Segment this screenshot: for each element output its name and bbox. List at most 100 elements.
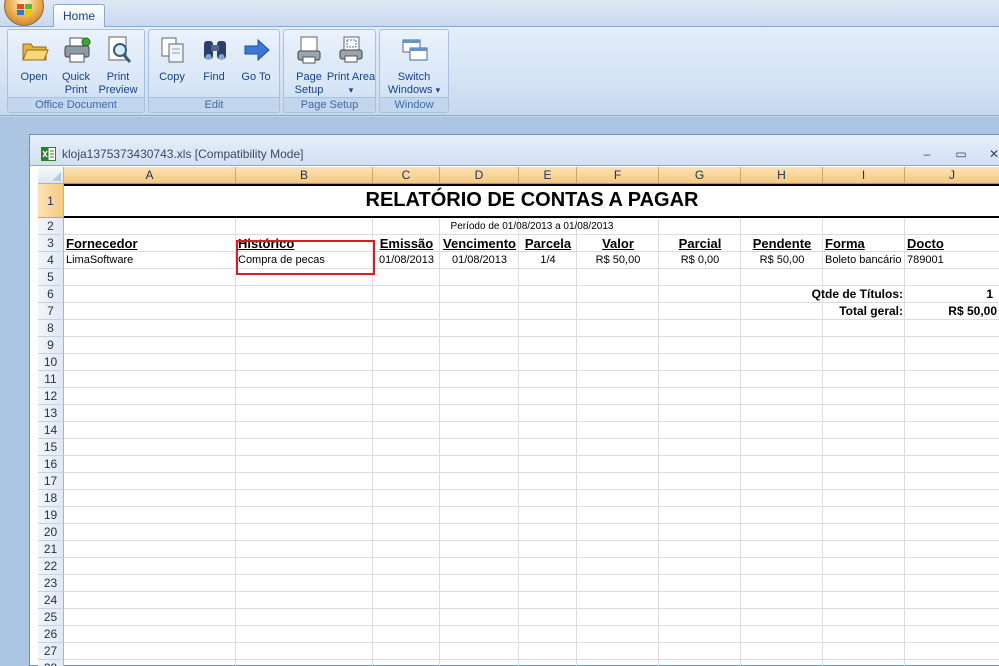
row-header-9[interactable]: 9 [38, 337, 64, 354]
header-docto[interactable]: Docto [907, 235, 944, 252]
row-header-7[interactable]: 7 [38, 303, 64, 320]
row-header-24[interactable]: 24 [38, 592, 64, 609]
row-gridline [64, 591, 999, 592]
cell-parcial[interactable]: R$ 0,00 [659, 252, 741, 269]
row-gridline [64, 659, 999, 660]
row-header-1[interactable]: 1 [38, 184, 64, 218]
cell-fornecedor[interactable]: LimaSoftware [66, 252, 133, 269]
select-all-corner[interactable] [38, 167, 64, 184]
cell-forma[interactable]: Boleto bancário [825, 252, 901, 269]
row-header-28[interactable]: 28 [38, 660, 64, 666]
row-header-25[interactable]: 25 [38, 609, 64, 626]
row-header-18[interactable]: 18 [38, 490, 64, 507]
row-gridline [64, 438, 999, 439]
page-setup-icon [297, 36, 321, 64]
office-button[interactable] [4, 0, 44, 26]
column-header-g[interactable]: G [659, 167, 741, 184]
column-header-j[interactable]: J [905, 167, 999, 184]
minimize-button[interactable]: – [920, 147, 934, 161]
column-header-c[interactable]: C [373, 167, 440, 184]
document-title-bar[interactable]: kloja1375373430743.xls [Compatibility Mo… [30, 135, 999, 166]
header-fornecedor[interactable]: Fornecedor [66, 235, 138, 252]
column-gridline [518, 218, 519, 666]
qtde-titulos-label[interactable]: Qtde de Títulos: [741, 286, 903, 303]
row-header-14[interactable]: 14 [38, 422, 64, 439]
row-header-4[interactable]: 4 [38, 252, 64, 269]
cell-pendente[interactable]: R$ 50,00 [741, 252, 823, 269]
column-header-h[interactable]: H [741, 167, 823, 184]
cell-valor[interactable]: R$ 50,00 [577, 252, 659, 269]
cell-vencimento[interactable]: 01/08/2013 [440, 252, 519, 269]
header-pendente[interactable]: Pendente [741, 235, 823, 252]
open-button[interactable]: Open [13, 33, 55, 97]
qtde-titulos-value[interactable]: 1 [905, 286, 993, 303]
switch-windows-button[interactable]: Switch Windows ▾ [388, 33, 440, 97]
switch-windows-icon [402, 39, 428, 61]
copy-button[interactable]: Copy [151, 33, 193, 97]
row-header-6[interactable]: 6 [38, 286, 64, 303]
print-preview-icon [108, 36, 132, 63]
cell-parcela[interactable]: 1/4 [519, 252, 577, 269]
page-setup-button[interactable]: Page Setup [288, 33, 330, 97]
row-gridline [64, 336, 999, 337]
column-gridline [439, 218, 440, 666]
column-header-b[interactable]: B [236, 167, 373, 184]
row-header-17[interactable]: 17 [38, 473, 64, 490]
tab-home[interactable]: Home [53, 4, 105, 28]
row-header-2[interactable]: 2 [38, 218, 64, 235]
close-button[interactable]: ✕ [987, 147, 999, 161]
row-gridline [64, 523, 999, 524]
total-geral-label[interactable]: Total geral: [741, 303, 903, 320]
row-header-21[interactable]: 21 [38, 541, 64, 558]
row-header-3[interactable]: 3 [38, 235, 64, 252]
row-header-11[interactable]: 11 [38, 371, 64, 388]
find-button[interactable]: Find [193, 33, 235, 97]
column-header-i[interactable]: I [823, 167, 905, 184]
chevron-down-icon: ▾ [435, 85, 441, 95]
row-header-20[interactable]: 20 [38, 524, 64, 541]
report-period[interactable]: Período de 01/08/2013 a 01/08/2013 [64, 218, 999, 235]
row-header-22[interactable]: 22 [38, 558, 64, 575]
header-parcela[interactable]: Parcela [519, 235, 577, 252]
copy-icon [161, 37, 184, 63]
row-header-12[interactable]: 12 [38, 388, 64, 405]
quick-print-button[interactable]: Quick Print [55, 33, 97, 97]
row-header-8[interactable]: 8 [38, 320, 64, 337]
column-header-e[interactable]: E [519, 167, 577, 184]
group-label-window: Window [380, 97, 448, 112]
cell-emissao[interactable]: 01/08/2013 [373, 252, 440, 269]
header-valor[interactable]: Valor [577, 235, 659, 252]
row-header-13[interactable]: 13 [38, 405, 64, 422]
row-header-16[interactable]: 16 [38, 456, 64, 473]
column-header-a[interactable]: A [64, 167, 236, 184]
go-to-button[interactable]: Go To [235, 33, 277, 97]
header-vencimento[interactable]: Vencimento [440, 235, 519, 252]
cell-docto[interactable]: 789001 [907, 252, 944, 269]
row-header-27[interactable]: 27 [38, 643, 64, 660]
row-header-23[interactable]: 23 [38, 575, 64, 592]
row-header-26[interactable]: 26 [38, 626, 64, 643]
arrow-right-icon [244, 38, 270, 62]
header-emissao[interactable]: Emissão [373, 235, 440, 252]
column-gridline [372, 218, 373, 666]
column-header-f[interactable]: F [577, 167, 659, 184]
row-gridline [64, 370, 999, 371]
group-edit: Copy Find Go To Edit [148, 29, 280, 113]
print-area-button[interactable]: Print Area ▾ [327, 33, 375, 97]
header-parcial[interactable]: Parcial [659, 235, 741, 252]
highlight-annotation-box [236, 240, 375, 275]
print-preview-button[interactable]: Print Preview [97, 33, 139, 97]
print-area-icon [339, 36, 363, 63]
row-header-15[interactable]: 15 [38, 439, 64, 456]
row-header-19[interactable]: 19 [38, 507, 64, 524]
report-title[interactable]: RELATÓRIO DE CONTAS A PAGAR [64, 184, 999, 218]
column-header-d[interactable]: D [440, 167, 519, 184]
row-header-10[interactable]: 10 [38, 354, 64, 371]
row-gridline [64, 387, 999, 388]
column-gridline [235, 218, 236, 666]
header-forma[interactable]: Forma [825, 235, 865, 252]
total-geral-value[interactable]: R$ 50,00 [905, 303, 997, 320]
maximize-button[interactable]: ▭ [954, 147, 968, 161]
column-gridline [658, 218, 659, 666]
row-header-5[interactable]: 5 [38, 269, 64, 286]
